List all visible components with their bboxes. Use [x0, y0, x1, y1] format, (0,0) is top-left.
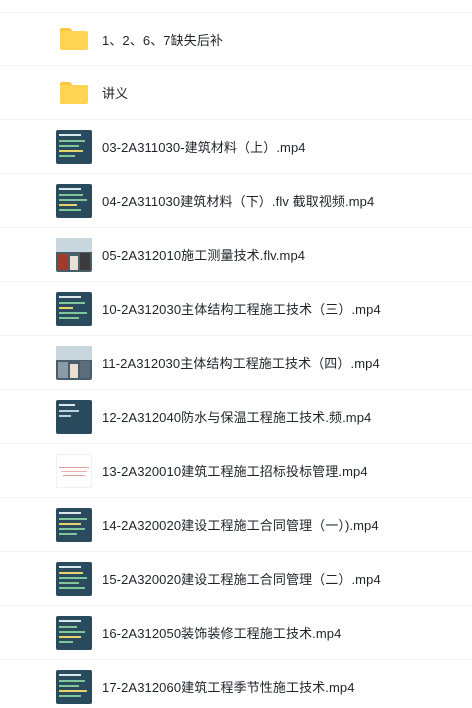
file-row[interactable]: 15-2A320020建设工程施工合同管理（二）.mp4	[0, 552, 472, 606]
file-name: 17-2A312060建筑工程季节性施工技术.mp4	[102, 680, 355, 695]
file-name: 1、2、6、7缺失后补	[102, 32, 224, 48]
file-row[interactable]: 05-2A312010施工测量技术.flv.mp4	[0, 228, 472, 282]
folder-row[interactable]: 1、2、6、7缺失后补	[0, 12, 472, 66]
file-name: 15-2A320020建设工程施工合同管理（二）.mp4	[102, 572, 381, 587]
folder-icon	[56, 21, 92, 57]
video-thumbnail	[56, 237, 92, 273]
file-name: 04-2A311030建筑材料（下）.flv 截取视频.mp4	[102, 194, 375, 209]
file-row[interactable]: 04-2A311030建筑材料（下）.flv 截取视频.mp4	[0, 174, 472, 228]
video-thumbnail	[56, 345, 92, 381]
file-name: 11-2A312030主体结构工程施工技术（四）.mp4	[102, 356, 380, 371]
file-row[interactable]: 03-2A311030-建筑材料（上）.mp4	[0, 120, 472, 174]
video-thumbnail	[56, 669, 92, 705]
file-row[interactable]: 17-2A312060建筑工程季节性施工技术.mp4	[0, 660, 472, 708]
file-name: 13-2A320010建筑工程施工招标投标管理.mp4	[102, 464, 368, 479]
file-row[interactable]: 14-2A320020建设工程施工合同管理（一）).mp4	[0, 498, 472, 552]
video-thumbnail	[56, 507, 92, 543]
file-list: 1、2、6、7缺失后补 讲义 03-2A311030-建筑材料（上）.mp4 0…	[0, 0, 472, 708]
file-name: 03-2A311030-建筑材料（上）.mp4	[102, 140, 306, 155]
file-name: 讲义	[102, 86, 129, 101]
folder-icon	[56, 75, 92, 111]
folder-row[interactable]: 讲义	[0, 66, 472, 120]
video-thumbnail	[56, 129, 92, 165]
video-thumbnail	[56, 399, 92, 435]
file-name: 10-2A312030主体结构工程施工技术（三）.mp4	[102, 302, 381, 317]
video-thumbnail	[56, 453, 92, 489]
file-row[interactable]: 12-2A312040防水与保温工程施工技术.频.mp4	[0, 390, 472, 444]
file-row[interactable]: 13-2A320010建筑工程施工招标投标管理.mp4	[0, 444, 472, 498]
video-thumbnail	[56, 183, 92, 219]
video-thumbnail	[56, 615, 92, 651]
video-thumbnail	[56, 291, 92, 327]
file-name: 05-2A312010施工测量技术.flv.mp4	[102, 248, 306, 263]
file-row[interactable]: 10-2A312030主体结构工程施工技术（三）.mp4	[0, 282, 472, 336]
file-row[interactable]: 11-2A312030主体结构工程施工技术（四）.mp4	[0, 336, 472, 390]
file-name: 16-2A312050装饰装修工程施工技术.mp4	[102, 626, 342, 641]
file-row[interactable]: 16-2A312050装饰装修工程施工技术.mp4	[0, 606, 472, 660]
video-thumbnail	[56, 561, 92, 597]
file-name: 14-2A320020建设工程施工合同管理（一）).mp4	[102, 518, 379, 533]
file-name: 12-2A312040防水与保温工程施工技术.频.mp4	[102, 410, 372, 425]
